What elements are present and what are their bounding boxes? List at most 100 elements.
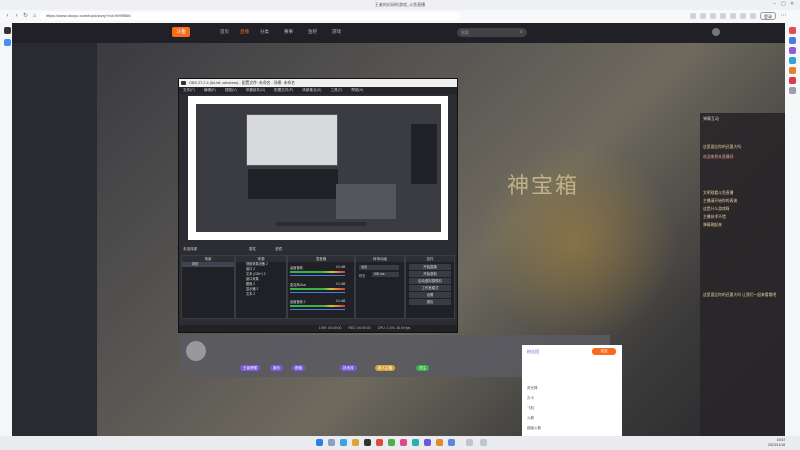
obs-preview[interactable]	[188, 96, 448, 240]
obs-title[interactable]: OBS 27.2.4 (64-bit, windows) - 配置文件: 未命名…	[179, 79, 457, 87]
obs-taskbar-icon[interactable]	[364, 439, 371, 446]
browser-right-sidebar	[785, 23, 800, 436]
nav-esports[interactable]: 赛事	[284, 29, 293, 35]
app-icon[interactable]	[424, 439, 431, 446]
home-icon[interactable]: ⌂	[31, 13, 38, 20]
collections-icon[interactable]	[710, 13, 716, 19]
forward-icon[interactable]: ›	[13, 13, 20, 20]
gift-item[interactable]: 办卡	[527, 395, 617, 401]
login-button[interactable]: 登录	[760, 12, 776, 20]
minimize-icon[interactable]: –	[773, 1, 776, 7]
tiktok-icon[interactable]	[4, 27, 11, 34]
gift-item[interactable]: 飞机	[527, 405, 617, 411]
scene-item[interactable]: 场景	[182, 262, 234, 267]
menu-help[interactable]: 帮助(H)	[351, 88, 363, 92]
outlook-icon[interactable]	[789, 77, 796, 84]
streamer-avatar[interactable]	[186, 341, 206, 361]
nav-home[interactable]: 首页	[220, 29, 229, 35]
volume-slider[interactable]	[290, 309, 345, 310]
gift-item[interactable]: 火箭	[527, 415, 617, 421]
menu-profile[interactable]: 配置文件(P)	[274, 88, 293, 92]
app-icon[interactable]	[480, 439, 487, 446]
source-item[interactable]: 文本 2	[236, 292, 286, 297]
nav-games[interactable]: 游戏	[332, 29, 341, 35]
nav-live[interactable]: 直播	[240, 29, 249, 35]
filters-button[interactable]: 滤镜	[275, 247, 282, 252]
search-sidebar-icon[interactable]	[789, 27, 796, 34]
chat-message: 这是什么游戏呀	[703, 207, 730, 211]
obs-window[interactable]: OBS 27.2.4 (64-bit, windows) - 配置文件: 未命名…	[178, 78, 458, 333]
wechat-icon[interactable]	[388, 439, 395, 446]
follow-button[interactable]: 关注	[416, 365, 429, 371]
app-icon[interactable]	[466, 439, 473, 446]
tab-icon[interactable]	[4, 39, 11, 46]
share-icon[interactable]	[750, 13, 756, 19]
room-tag[interactable]: 颜值	[292, 365, 305, 371]
app-icon[interactable]	[436, 439, 443, 446]
favorites-icon[interactable]	[700, 13, 706, 19]
nav-yuba[interactable]: 鱼吧	[308, 29, 317, 35]
room-tag[interactable]: 娱乐	[270, 365, 283, 371]
volume-slider[interactable]	[290, 292, 345, 293]
room-tag[interactable]: 王者荣耀	[240, 365, 260, 371]
url-field[interactable]: https://www.douyu.com/topic/wzry?rid=999…	[40, 12, 460, 20]
volume-slider[interactable]	[290, 275, 345, 276]
gift-item[interactable]: 荧光棒	[527, 385, 617, 391]
gift-item[interactable]: 超级火箭	[527, 425, 617, 431]
menu-view[interactable]: 视图(V)	[225, 88, 237, 92]
site-logo[interactable]: 斗鱼	[172, 27, 190, 37]
downloads-icon[interactable]	[730, 13, 736, 19]
live-timer: LIVE: 00:00:00	[319, 326, 342, 330]
controls-dock: 控件 开始直播 开始录制 启动虚拟摄像机 工作室模式 设置 退出	[405, 255, 455, 319]
nav-category[interactable]: 分类	[260, 29, 269, 35]
send-button[interactable]: 发送	[592, 348, 616, 355]
site-search-input[interactable]: 搜索	[457, 28, 527, 37]
maximize-icon[interactable]: ▢	[781, 1, 786, 7]
refresh-icon[interactable]: ↻	[22, 13, 29, 20]
menu-scene-collection[interactable]: 场景集合(S)	[302, 88, 321, 92]
back-icon[interactable]: ‹	[4, 13, 11, 20]
search-taskbar-icon[interactable]	[328, 439, 335, 446]
studio-mode-button[interactable]: 工作室模式	[409, 285, 451, 291]
menu-edit[interactable]: 编辑(E)	[204, 88, 216, 92]
app-icon[interactable]	[400, 439, 407, 446]
chat-header: 弹幕互动	[703, 116, 719, 121]
duration-input[interactable]: 300 ms	[372, 272, 399, 277]
extension-icon[interactable]	[690, 13, 696, 19]
menu-docks[interactable]: 停靠部件(D)	[246, 88, 265, 92]
app-icon[interactable]	[376, 439, 383, 446]
nested-obs-preview	[246, 114, 338, 166]
transition-select[interactable]: 淡出	[359, 265, 399, 270]
nested-obs-window	[336, 184, 396, 219]
games-icon[interactable]	[789, 57, 796, 64]
close-icon[interactable]: ✕	[790, 1, 794, 7]
history-icon[interactable]	[720, 13, 726, 19]
edge-icon[interactable]	[340, 439, 347, 446]
tools-icon[interactable]	[789, 47, 796, 54]
screenshot-icon[interactable]	[740, 13, 746, 19]
room-tag[interactable]: 技术流	[340, 365, 357, 371]
system-clock[interactable]: 15:57 2023/11/16	[768, 438, 785, 447]
virtual-camera-button[interactable]: 启动虚拟摄像机	[409, 278, 451, 284]
room-tag[interactable]: 新人主播	[375, 365, 395, 371]
office-icon[interactable]	[789, 67, 796, 74]
settings-button[interactable]: 设置	[409, 292, 451, 298]
start-icon[interactable]	[316, 439, 323, 446]
start-streaming-button[interactable]: 开始直播	[409, 264, 451, 270]
menu-file[interactable]: 文件(F)	[183, 88, 195, 92]
scenes-dock: 场景 场景	[181, 255, 235, 319]
exit-button[interactable]: 退出	[409, 299, 451, 305]
menu-tools[interactable]: 工具(T)	[330, 88, 342, 92]
more-menu-icon[interactable]: ⋯	[780, 13, 787, 20]
app-icon[interactable]	[412, 439, 419, 446]
properties-button[interactable]: 属性	[249, 247, 256, 252]
gift-panel: 粉丝团 发送 荧光棒 办卡 飞机 火箭 超级火箭	[522, 345, 622, 436]
shopping-icon[interactable]	[789, 37, 796, 44]
avatar[interactable]	[712, 28, 720, 36]
app-icon[interactable]	[448, 439, 455, 446]
search-icon[interactable]: ⌕	[520, 29, 523, 35]
file-explorer-icon[interactable]	[352, 439, 359, 446]
mixer-dock-header: 混音器	[288, 256, 354, 262]
start-recording-button[interactable]: 开始录制	[409, 271, 451, 277]
add-sidebar-icon[interactable]	[789, 87, 796, 94]
